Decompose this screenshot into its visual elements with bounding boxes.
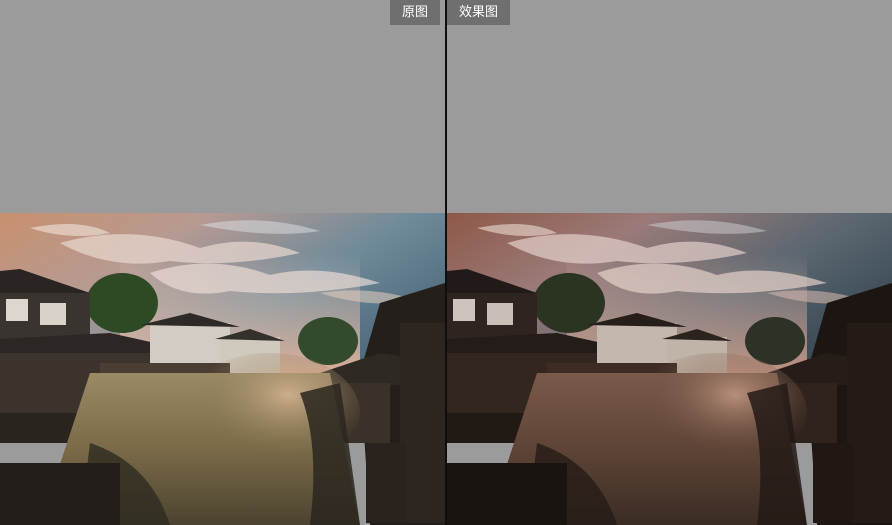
- original-photo: [0, 213, 445, 525]
- split-divider[interactable]: [445, 0, 447, 525]
- effect-pane: [447, 0, 892, 525]
- original-pane: [0, 0, 445, 525]
- effect-photo: [447, 213, 892, 525]
- original-label: 原图: [390, 0, 441, 25]
- effect-label: 效果图: [447, 0, 511, 25]
- comparison-viewer: 原图 效果图: [0, 0, 892, 525]
